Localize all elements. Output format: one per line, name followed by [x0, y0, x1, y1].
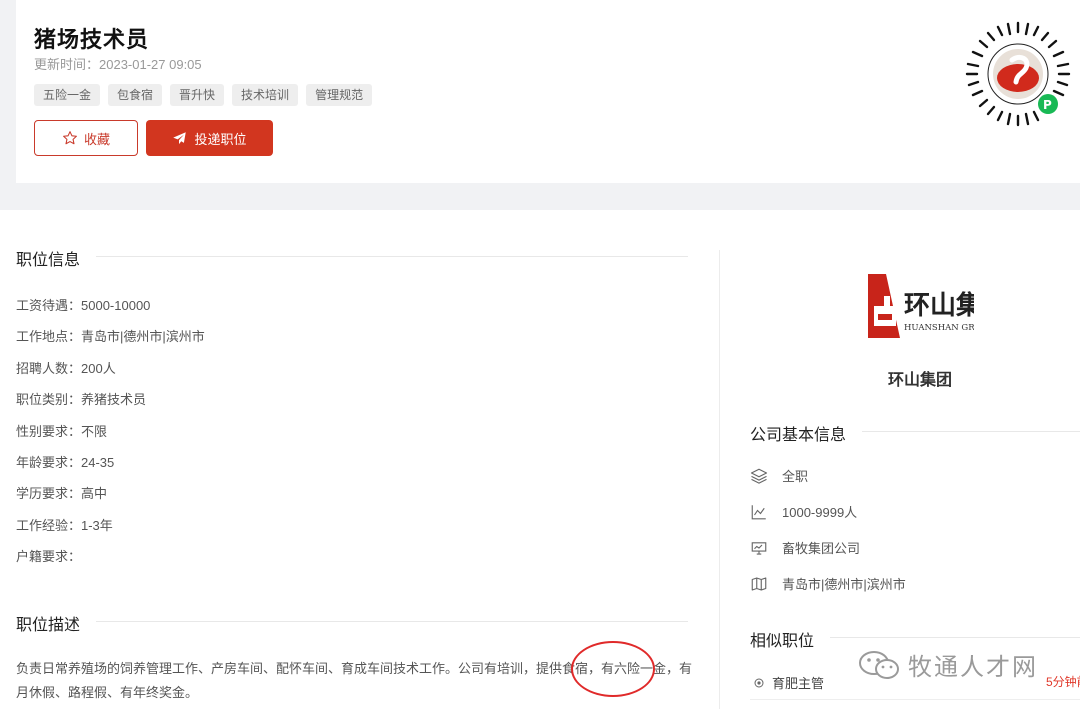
company-location-text: 青岛市|德州市|滨州市 [782, 577, 906, 592]
job-tag: 晋升快 [170, 84, 225, 106]
info-experience: 工作经验：1-3年 [16, 517, 113, 533]
similar-job-name[interactable]: 育肥主管 [772, 673, 824, 692]
job-tags: 五险一金 包食宿 晋升快 技术培训 管理规范 [34, 84, 373, 106]
watermark-text: 牧通人才网 [908, 654, 1038, 681]
job-tag: 技术培训 [232, 84, 299, 106]
mini-program-code[interactable]: P [964, 20, 1072, 128]
favorite-button[interactable]: 收藏 [34, 120, 138, 156]
info-headcount: 招聘人数：200人 [16, 360, 116, 376]
section-divider [750, 699, 1080, 700]
info-age: 年龄要求：24-35 [16, 454, 115, 470]
job-desc-title: 职位描述 [16, 617, 81, 634]
star-icon [63, 131, 77, 145]
job-info-list: 工资待遇：5000-10000 工作地点：青岛市|德州市|滨州市 招聘人数：20… [16, 297, 205, 580]
job-header-card: 猪场技术员 更新时间：2023-01-27 09:05 五险一金 包食宿 晋升快… [16, 0, 1080, 183]
similar-jobs-title: 相似职位 [750, 633, 815, 650]
similar-job-time: 5分钟前 [1046, 675, 1080, 689]
target-icon [754, 678, 764, 687]
layers-icon [750, 468, 768, 484]
job-detail-panel: 职位信息 工资待遇：5000-10000 工作地点：青岛市|德州市|滨州市 招聘… [0, 210, 1080, 709]
info-gender: 性别要求：不限 [16, 423, 108, 439]
chart-icon [751, 504, 766, 519]
job-tag: 包食宿 [108, 84, 163, 106]
company-location: 青岛市|德州市|滨州市 [750, 574, 906, 593]
apply-label: 投递职位 [194, 131, 247, 147]
job-tag: 五险一金 [34, 84, 101, 106]
info-hukou: 户籍要求： [16, 549, 82, 565]
section-divider [830, 637, 1080, 638]
company-type-text: 全职 [782, 469, 809, 484]
section-divider [96, 621, 688, 622]
info-location: 工作地点：青岛市|德州市|滨州市 [16, 329, 205, 345]
job-info-title: 职位信息 [16, 252, 81, 269]
job-title: 猪场技术员 [34, 27, 150, 52]
info-category: 职位类别：养猪技术员 [16, 392, 147, 408]
company-industry: 畜牧集团公司 [750, 538, 860, 557]
company-name-wrap: 环山集团 [740, 210, 1080, 410]
svg-text:P: P [1043, 98, 1052, 112]
favorite-label: 收藏 [83, 131, 110, 147]
watermark: 牧通人才网 [858, 647, 1038, 682]
company-industry-text: 畜牧集团公司 [782, 541, 861, 556]
company-size-text: 1000-9999人 [782, 505, 858, 520]
update-time: 更新时间：2023-01-27 09:05 [34, 57, 202, 72]
map-icon [751, 576, 767, 591]
section-divider [96, 256, 688, 257]
similar-job-item[interactable]: 育肥主管 [754, 673, 824, 692]
info-education: 学历要求：高中 [16, 486, 108, 502]
company-name[interactable]: 环山集团 [740, 366, 1080, 390]
monitor-icon [751, 541, 767, 555]
info-salary: 工资待遇：5000-10000 [16, 298, 151, 313]
section-divider [862, 431, 1080, 432]
job-tag: 管理规范 [306, 84, 373, 106]
company-size: 1000-9999人 [750, 502, 857, 521]
company-basic-title: 公司基本信息 [750, 427, 847, 444]
send-icon [173, 131, 187, 144]
column-divider [719, 250, 720, 709]
highlight-circle [571, 641, 655, 697]
company-type: 全职 [750, 466, 808, 485]
wechat-icon [859, 650, 899, 679]
apply-button[interactable]: 投递职位 [146, 120, 273, 156]
